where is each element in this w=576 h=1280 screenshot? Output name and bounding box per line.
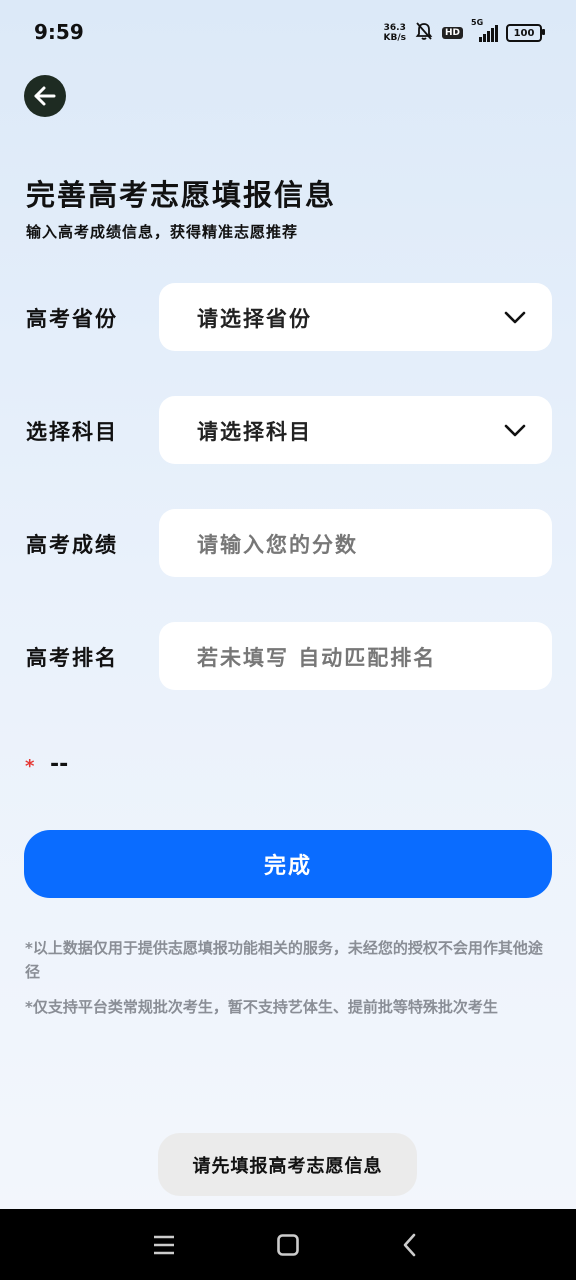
subject-select[interactable]: 请选择科目 <box>159 396 552 464</box>
page-subtitle: 输入高考成绩信息，获得精准志愿推荐 <box>26 223 299 241</box>
rank-placeholder: 若未填写 自动匹配排名 <box>197 646 437 670</box>
score-input[interactable]: 请输入您的分数 <box>159 509 552 577</box>
menu-nav-button[interactable] <box>148 1229 180 1261</box>
status-bar: 9:59 36.3 KB/s HD 5G 100 <box>0 0 576 64</box>
province-value: 请选择省份 <box>197 307 312 331</box>
score-placeholder: 请输入您的分数 <box>197 533 358 557</box>
hd-badge: HD <box>441 27 463 39</box>
system-nav-bar <box>0 1209 576 1280</box>
status-icons: 36.3 KB/s HD 5G 100 <box>383 18 545 46</box>
chevron-left-icon <box>403 1233 416 1257</box>
back-button[interactable] <box>24 75 66 117</box>
rank-label: 高考排名 <box>26 646 118 670</box>
arrow-left-icon <box>34 86 56 106</box>
bell-muted-icon <box>414 21 434 45</box>
subject-value: 请选择科目 <box>197 420 312 444</box>
toast-message: 请先填报高考志愿信息 <box>158 1133 417 1196</box>
score-label: 高考成绩 <box>26 533 118 557</box>
required-star: * <box>25 756 35 777</box>
done-button[interactable]: 完成 <box>24 830 552 898</box>
province-select[interactable]: 请选择省份 <box>159 283 552 351</box>
home-nav-button[interactable] <box>272 1229 304 1261</box>
network-speed: 36.3 KB/s <box>383 23 406 43</box>
eligibility-note: *仅支持平台类常规批次考生，暂不支持艺体生、提前批等特殊批次考生 <box>25 998 498 1016</box>
page-title: 完善高考志愿填报信息 <box>26 178 337 212</box>
menu-icon <box>154 1235 174 1255</box>
summary-value: -- <box>50 752 69 777</box>
chevron-down-icon <box>504 311 526 324</box>
province-row: 高考省份 请选择省份 <box>0 283 576 351</box>
rank-input[interactable]: 若未填写 自动匹配排名 <box>159 622 552 690</box>
home-square-icon <box>277 1234 299 1256</box>
battery-icon: 100 <box>506 24 545 42</box>
province-label: 高考省份 <box>26 307 118 331</box>
subject-row: 选择科目 请选择科目 <box>0 396 576 464</box>
score-row: 高考成绩 请输入您的分数 <box>0 509 576 577</box>
signal-icon: 5G <box>471 18 498 42</box>
rank-row: 高考排名 若未填写 自动匹配排名 <box>0 622 576 690</box>
status-time: 9:59 <box>34 20 84 44</box>
back-nav-button[interactable] <box>394 1229 426 1261</box>
privacy-note: *以上数据仅用于提供志愿填报功能相关的服务，未经您的授权不会用作其他途径 <box>25 939 543 981</box>
chevron-down-icon <box>504 424 526 437</box>
subject-label: 选择科目 <box>26 420 118 444</box>
